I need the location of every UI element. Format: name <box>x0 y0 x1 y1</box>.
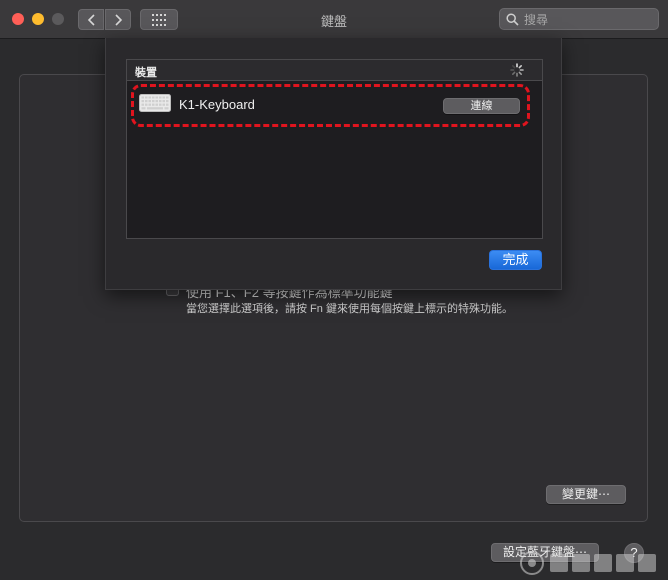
fn-keys-description: 當您選擇此選項後，請按 Fn 鍵來使用每個按鍵上標示的特殊功能。 <box>186 303 513 315</box>
modifier-keys-button[interactable]: 變更鍵⋯ <box>546 485 626 504</box>
device-name: K1-Keyboard <box>179 97 255 112</box>
done-button[interactable]: 完成 <box>489 250 542 270</box>
devices-header: 裝置 <box>127 60 542 81</box>
bluetooth-keyboard-sheet: 裝置 K1-Keyboard 連線 完成 <box>105 38 562 290</box>
search-input[interactable] <box>522 11 656 29</box>
connect-button[interactable]: 連線 <box>443 98 520 114</box>
devices-header-label: 裝置 <box>135 67 157 79</box>
search-icon <box>506 13 519 26</box>
watermark-logo <box>518 546 668 580</box>
title-bar: 鍵盤 <box>0 0 668 39</box>
keyboard-icon <box>139 94 171 112</box>
loading-spinner-icon <box>510 63 524 77</box>
devices-list: 裝置 K1-Keyboard 連線 <box>126 59 543 239</box>
watermark-logo-icon <box>520 551 656 575</box>
device-row[interactable]: K1-Keyboard 連線 <box>131 84 538 127</box>
search-field[interactable] <box>499 8 659 30</box>
